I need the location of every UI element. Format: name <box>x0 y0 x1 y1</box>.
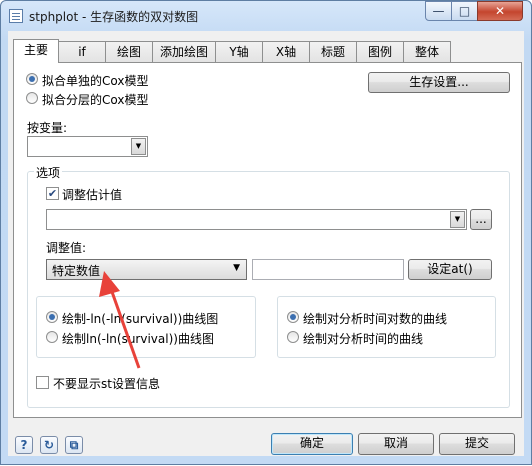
copy-icon[interactable]: ⧉ <box>65 436 83 454</box>
adjust-estimates-label: 调整估计值 <box>62 188 123 202</box>
main-panel: 拟合单独的Cox模型 拟合分层的Cox模型 生存设置... 按变量: ▼ 选项 … <box>13 62 522 418</box>
adjust-estimates-checkbox[interactable]: ✔ <box>46 187 59 200</box>
adjust-value-select[interactable]: 特定数值 ▼ <box>46 259 247 280</box>
minimize-button[interactable]: — <box>425 1 452 21</box>
adjust-variables-select[interactable]: ▼ <box>46 209 467 230</box>
tab-x-axis[interactable]: X轴 <box>262 41 310 62</box>
tab-plot[interactable]: 绘图 <box>105 41 153 62</box>
radio-plot-ln-label: 绘制ln(-ln(survival))曲线图 <box>62 332 214 346</box>
dialog-window: stphplot - 生存函数的双对数图 — □ ✕ 主要 if 绘图 添加绘图… <box>0 0 532 465</box>
tab-title[interactable]: 标题 <box>309 41 357 62</box>
tab-if[interactable]: if <box>58 41 106 62</box>
survival-settings-button[interactable]: 生存设置... <box>368 72 510 93</box>
window-title: stphplot - 生存函数的双对数图 <box>29 10 199 24</box>
maximize-button[interactable]: □ <box>451 1 478 21</box>
tab-legend[interactable]: 图例 <box>356 41 404 62</box>
tab-add-plot[interactable]: 添加绘图 <box>152 41 216 62</box>
close-button[interactable]: ✕ <box>477 1 523 21</box>
radio-plot-ln[interactable] <box>46 331 58 343</box>
radio-stratified-cox-label: 拟合分层的Cox模型 <box>42 93 149 107</box>
radio-plot-log-time-label: 绘制对分析时间对数的曲线 <box>303 312 448 326</box>
title-bar[interactable]: stphplot - 生存函数的双对数图 — □ ✕ <box>1 1 531 31</box>
set-at-field[interactable] <box>252 259 404 280</box>
browse-variables-button[interactable]: ... <box>470 209 492 230</box>
submit-button[interactable]: 提交 <box>439 433 515 455</box>
tab-main[interactable]: 主要 <box>13 39 59 63</box>
help-icon[interactable]: ? <box>15 436 33 454</box>
ok-button[interactable]: 确定 <box>271 433 353 455</box>
by-variable-label: 按变量: <box>27 121 68 135</box>
app-icon <box>9 9 23 23</box>
radio-plot-time[interactable] <box>287 331 299 343</box>
dialog-client: 主要 if 绘图 添加绘图 Y轴 X轴 标题 图例 整体 拟合单独的Cox模型 … <box>8 31 524 456</box>
time-axis-group <box>277 296 496 358</box>
set-at-button[interactable]: 设定at() <box>408 259 492 280</box>
dropdown-arrow-icon[interactable]: ▼ <box>131 138 146 155</box>
dropdown-arrow-icon[interactable]: ▼ <box>233 263 240 273</box>
tab-overall[interactable]: 整体 <box>403 41 451 62</box>
adjust-value-label: 调整值: <box>46 241 87 255</box>
by-variable-select[interactable]: ▼ <box>27 136 148 157</box>
options-legend: 选项 <box>34 164 63 181</box>
radio-plot-lnln-label: 绘制-ln(-ln(survival))曲线图 <box>62 312 219 326</box>
cancel-button[interactable]: 取消 <box>358 433 434 455</box>
adjust-value-selected: 特定数值 <box>52 264 101 278</box>
reset-icon[interactable]: ↻ <box>40 436 58 454</box>
options-group <box>27 171 510 408</box>
tab-y-axis[interactable]: Y轴 <box>215 41 263 62</box>
no-st-info-label: 不要显示st设置信息 <box>53 377 160 391</box>
radio-plot-log-time[interactable] <box>287 311 299 323</box>
dropdown-arrow-icon[interactable]: ▼ <box>450 211 465 228</box>
survival-plot-group <box>36 296 256 358</box>
radio-plot-lnln[interactable] <box>46 311 58 323</box>
radio-plot-time-label: 绘制对分析时间的曲线 <box>303 332 424 346</box>
radio-single-cox[interactable] <box>26 73 38 85</box>
no-st-info-checkbox[interactable] <box>36 376 49 389</box>
radio-stratified-cox[interactable] <box>26 92 38 104</box>
radio-single-cox-label: 拟合单独的Cox模型 <box>42 74 149 88</box>
